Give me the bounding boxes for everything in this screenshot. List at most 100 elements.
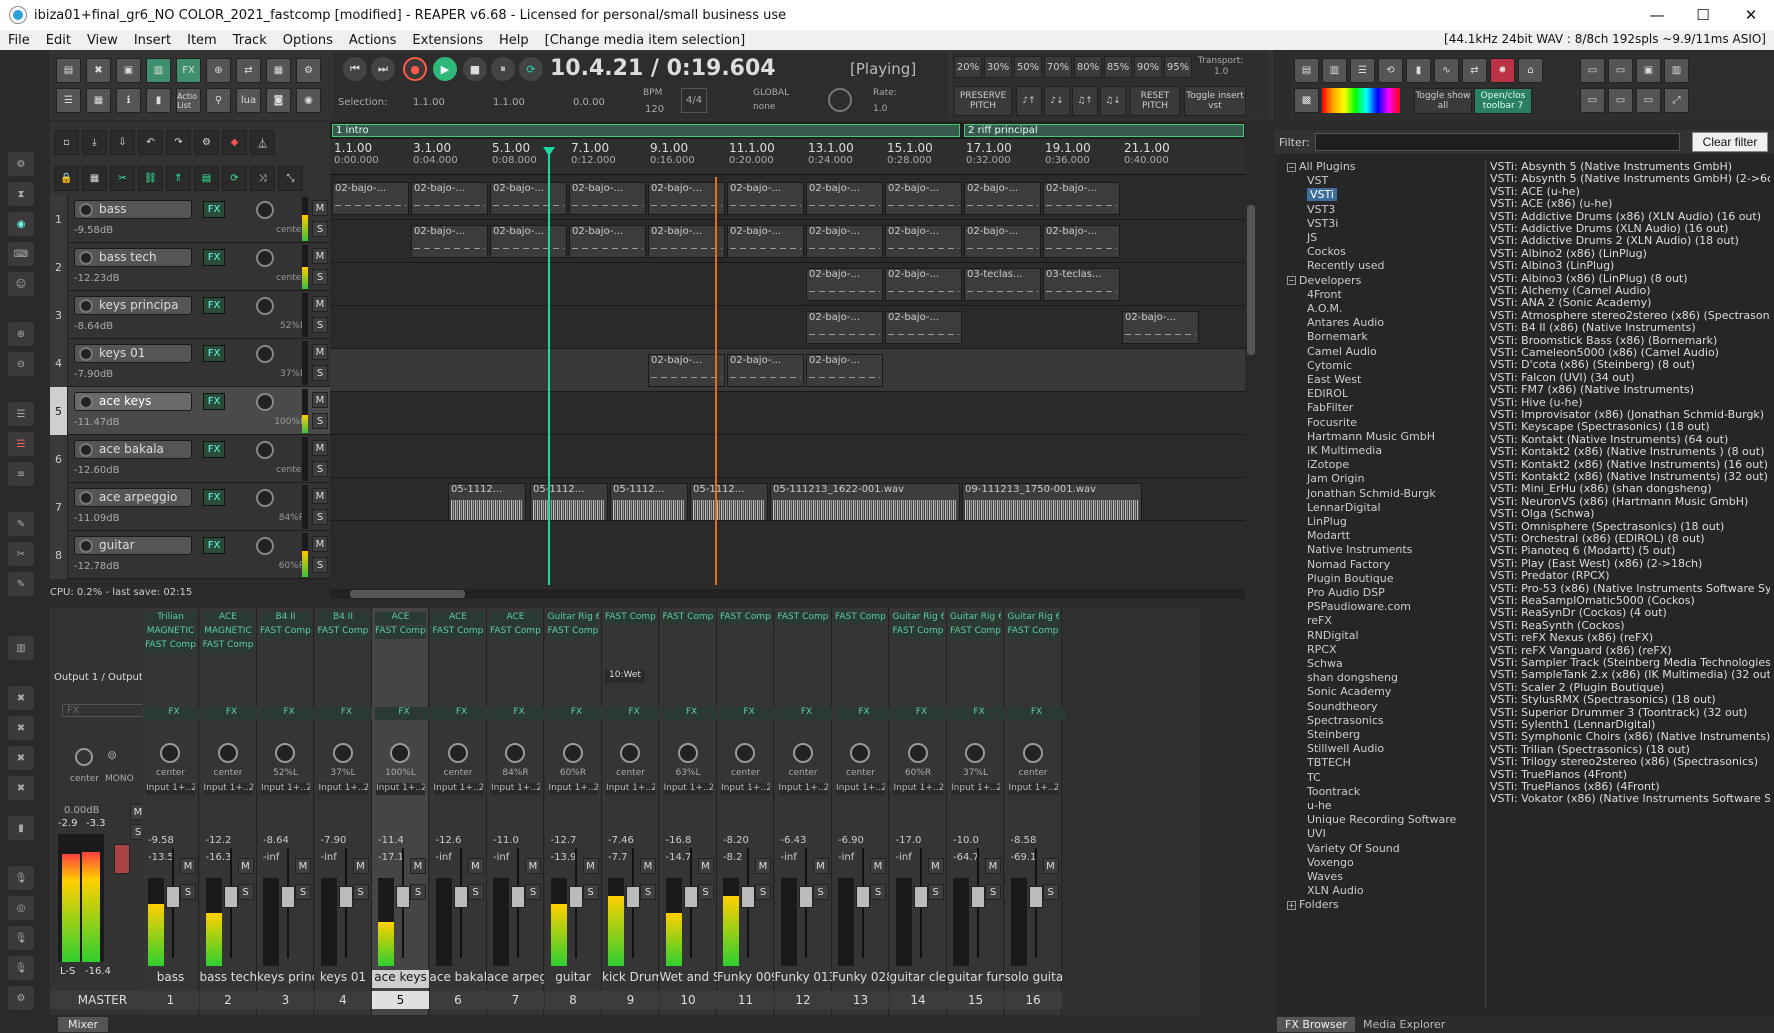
plugin-item[interactable]: VSTi: Sampler Track (Steinberg Media Tec… [1490,656,1770,669]
track-solo-button[interactable]: S [312,413,328,429]
lane-track-5[interactable]: 02-bajo-... 02-bajo-... 02-bajo-... [330,349,1245,392]
plugin-item[interactable]: VSTi: Falcon (UVI) (34 out) [1490,371,1635,384]
strip-mute-button[interactable]: M [180,858,196,874]
strip-pan-knob-icon[interactable] [275,743,295,763]
tree-node[interactable]: VST3i [1307,217,1338,230]
strip-solo-button[interactable]: S [410,884,426,900]
audio-item[interactable]: 09-111213_1750-001.wav [962,483,1142,521]
record-button[interactable]: ● [403,57,427,81]
plugin-item[interactable]: VSTi: B4 II (x86) (Native Instruments) [1490,321,1696,334]
menu-extensions[interactable]: Extensions [404,33,491,48]
loop-icon[interactable]: ⟳ [222,166,247,191]
plugin-item[interactable]: VSTi: Addictive Drums 2 (XLN Audio) (18 … [1490,234,1739,247]
rate-85-button[interactable]: 85% [1104,56,1132,78]
selection-end[interactable]: 1.1.00 [493,97,525,108]
go-to-start-icon[interactable]: ⏮ [343,57,367,81]
tree-node[interactable]: + Folders [1287,898,1339,911]
fx-slot[interactable]: FAST Comp [145,640,196,653]
fx-slot[interactable]: FAST Compr [662,612,714,625]
midi-item[interactable]: 02-bajo-... [806,268,883,301]
track-fx-button[interactable]: FX [203,441,225,458]
strip-solo-button[interactable]: S [180,884,196,900]
settings-icon[interactable]: ⚙ [296,58,321,83]
midi-item[interactable]: 02-bajo-... [1122,311,1199,344]
strip-mute-button[interactable]: M [582,858,599,874]
plugin-item[interactable]: VSTi: Cameleon5000 (x86) (Camel Audio) [1490,346,1719,359]
playhead-marker-icon[interactable] [543,147,555,156]
menu-options[interactable]: Options [275,33,341,48]
fx-slot[interactable]: FAST Compr [892,626,944,639]
strip-input[interactable]: Input 1+..2 [1008,783,1058,795]
strip-input[interactable]: Input 1+..2 [548,783,598,795]
lane-track-4[interactable]: 02-bajo-... 02-bajo-... 02-bajo-... [330,306,1245,349]
plugin-item[interactable]: VSTi: Trilogy stereo2stereo (x86) (Spect… [1490,755,1758,768]
strip-name[interactable]: guitar [545,970,602,988]
strip-solo-button[interactable]: S [525,884,541,900]
strip-pan-knob-icon[interactable] [965,743,985,763]
tree-node[interactable]: Pro Audio DSP [1307,586,1385,599]
strip-fader[interactable] [511,886,525,908]
strip-pan-knob-icon[interactable] [620,743,640,763]
tree-node[interactable]: XLN Audio [1307,884,1364,897]
menu-track[interactable]: Track [225,33,275,48]
plugin-item[interactable]: VSTi: Absynth 5 (Native Instruments GmbH… [1490,172,1770,185]
plugin-item[interactable]: VSTi: Absynth 5 (Native Instruments GmbH… [1490,160,1732,173]
midi-item[interactable]: 02-bajo-... [490,225,567,258]
pitch-down-icon[interactable]: ♪↓ [1044,86,1070,116]
tree-node[interactable]: VSTi [1307,188,1337,202]
track-mute-button[interactable]: M [312,344,328,360]
window-icon-1[interactable]: ▭ [1580,58,1605,83]
filter-input[interactable] [1315,133,1680,151]
record-arm-icon[interactable] [79,203,93,217]
plugin-item[interactable]: VSTi: ANA 2 (Sonic Academy) [1490,296,1651,309]
strip-mute-button[interactable]: M [410,858,426,874]
strip-mute-button[interactable]: M [985,858,1001,874]
tree-node[interactable]: Unique Recording Software [1307,813,1456,826]
grid-snap-icon[interactable]: ▦ [82,166,107,191]
mic-2-icon[interactable]: 🎙 [8,926,34,950]
tree-node[interactable]: shan dongsheng [1307,671,1398,684]
strip-mute-button[interactable]: M [295,858,311,874]
tree-node[interactable]: LinPlug [1307,515,1347,528]
strip-name[interactable]: guitar fun [947,970,1004,988]
strip-fader[interactable] [1028,886,1043,908]
table-icon[interactable]: ▦ [86,88,111,113]
toolbar-icon-7[interactable]: ⇄ [1462,58,1487,83]
record-arm-icon[interactable] [79,491,93,505]
send-slot[interactable]: 10:Wet [605,670,645,683]
strip-name[interactable]: ace arpegg [487,970,544,988]
strip-mute-button[interactable]: M [640,858,656,874]
track-solo-button[interactable]: S [312,221,328,237]
fx-bypass-4-icon[interactable]: ✖ [8,776,34,800]
window-icon-6[interactable]: ▭ [1608,88,1633,113]
midi-item[interactable]: 02-bajo-... [885,225,962,258]
master-output[interactable]: Output 1 / Output [54,672,143,683]
strip-name[interactable]: Funky 028 [832,970,889,988]
track-solo-button[interactable]: S [312,317,328,333]
tree-node[interactable]: East West [1307,373,1361,386]
remove-list-icon[interactable]: ☰ [8,432,34,456]
rate-20-button[interactable]: 20% [954,56,982,78]
link-icon[interactable]: ⛓ [138,166,163,191]
drum-icon[interactable]: ◎ [8,896,34,920]
strip-fx-button[interactable]: FX [547,707,606,720]
strip-number[interactable]: 14 [889,991,947,1009]
track-mute-button[interactable]: M [312,488,328,504]
fx-slot[interactable]: B4 II [317,612,369,625]
strip-fx-button[interactable]: FX [202,707,261,720]
fx-slot[interactable]: ACE [432,612,484,625]
lane-track-7[interactable] [330,435,1245,478]
close-button[interactable]: ✕ [1728,0,1774,30]
strip-pan-knob-icon[interactable] [907,743,928,763]
midi-item[interactable]: 02-bajo-... [885,311,962,344]
menu-help[interactable]: Help [491,33,537,48]
midi-item[interactable]: 02-bajo-... [411,225,488,258]
midi-item[interactable]: 02-bajo-... [727,182,804,215]
plugin-item[interactable]: VSTi: ACE (x86) (u-he) [1490,197,1612,210]
global-value[interactable]: none [753,102,775,112]
plugin-item[interactable]: VSTi: Pianoteq 6 (Modartt) (5 out) [1490,544,1675,557]
plugin-item[interactable]: VSTi: SampleTank 2.x (x86) (IK Multimedi… [1490,668,1770,681]
pan-knob-icon[interactable] [256,297,274,315]
rate-70-button[interactable]: 70% [1044,56,1072,78]
midi-item[interactable]: 03-teclas... [1043,268,1120,301]
